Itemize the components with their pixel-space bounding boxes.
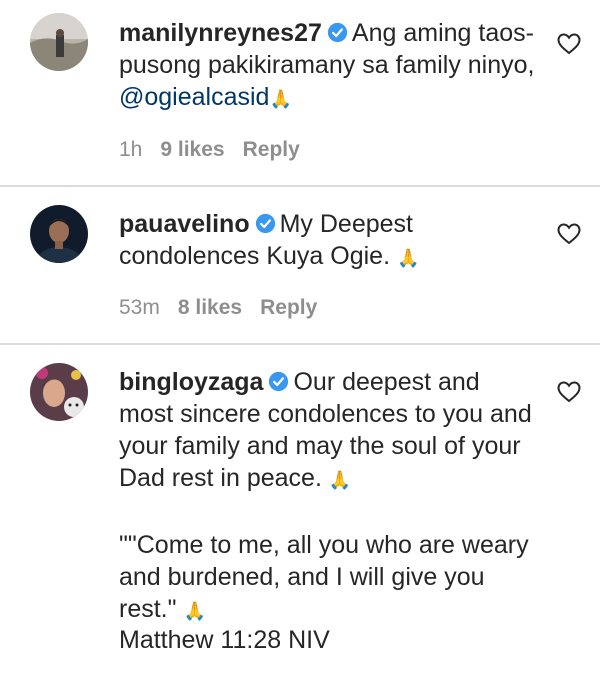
comment-3-username[interactable]: bingloyzaga	[119, 368, 263, 396]
praying-hands-emoji: 🙏	[328, 470, 352, 490]
verified-badge-icon	[255, 213, 275, 234]
comment-2-meta: 53m 8 likes Reply	[119, 296, 335, 320]
verified-badge-icon	[269, 371, 289, 392]
comment-2-username[interactable]: pauavelino	[119, 210, 250, 238]
heart-outline-icon[interactable]	[557, 33, 581, 55]
comment-3-text: bingloyzaga Our deepest and most sincere …	[119, 366, 539, 496]
comment-2-text: pauavelino My Deepest condolences Kuya Og…	[119, 208, 539, 274]
comment-1-text: manilynreynes27 Ang aming taos-pusong pak…	[119, 17, 539, 115]
mention-ogiealcasid[interactable]: @ogiealcasid	[119, 83, 269, 111]
avatar-pauavelino[interactable]	[30, 205, 88, 263]
comment-3-quote: ""Come to me, all you who are weary and …	[119, 529, 539, 627]
comment-3-reference: Matthew 11:28 NIV	[119, 626, 330, 654]
comment-1-time[interactable]: 1h	[119, 138, 142, 161]
comment-2-reply-button[interactable]: Reply	[260, 296, 317, 319]
comment-2-likes[interactable]: 8 likes	[178, 296, 242, 319]
avatar-manilynreynes27[interactable]	[30, 13, 88, 71]
heart-outline-icon[interactable]	[557, 223, 581, 245]
praying-hands-emoji: 🙏	[269, 89, 292, 109]
comment-1-username[interactable]: manilynreynes27	[119, 19, 322, 47]
comment-1-reply-button[interactable]: Reply	[243, 138, 300, 161]
comment-1-meta: 1h 9 likes Reply	[119, 138, 318, 162]
comment-1-likes[interactable]: 9 likes	[160, 138, 224, 161]
comment-3-quote-text: ""Come to me, all you who are weary and …	[119, 531, 536, 623]
divider	[0, 185, 600, 187]
heart-outline-icon[interactable]	[557, 381, 581, 403]
avatar-bingloyzaga[interactable]	[30, 363, 88, 421]
praying-hands-emoji: 🙏	[183, 601, 206, 621]
comment-2-time[interactable]: 53m	[119, 296, 160, 319]
divider	[0, 343, 600, 345]
praying-hands-emoji: 🙏	[396, 248, 420, 268]
verified-badge-icon	[327, 22, 348, 43]
